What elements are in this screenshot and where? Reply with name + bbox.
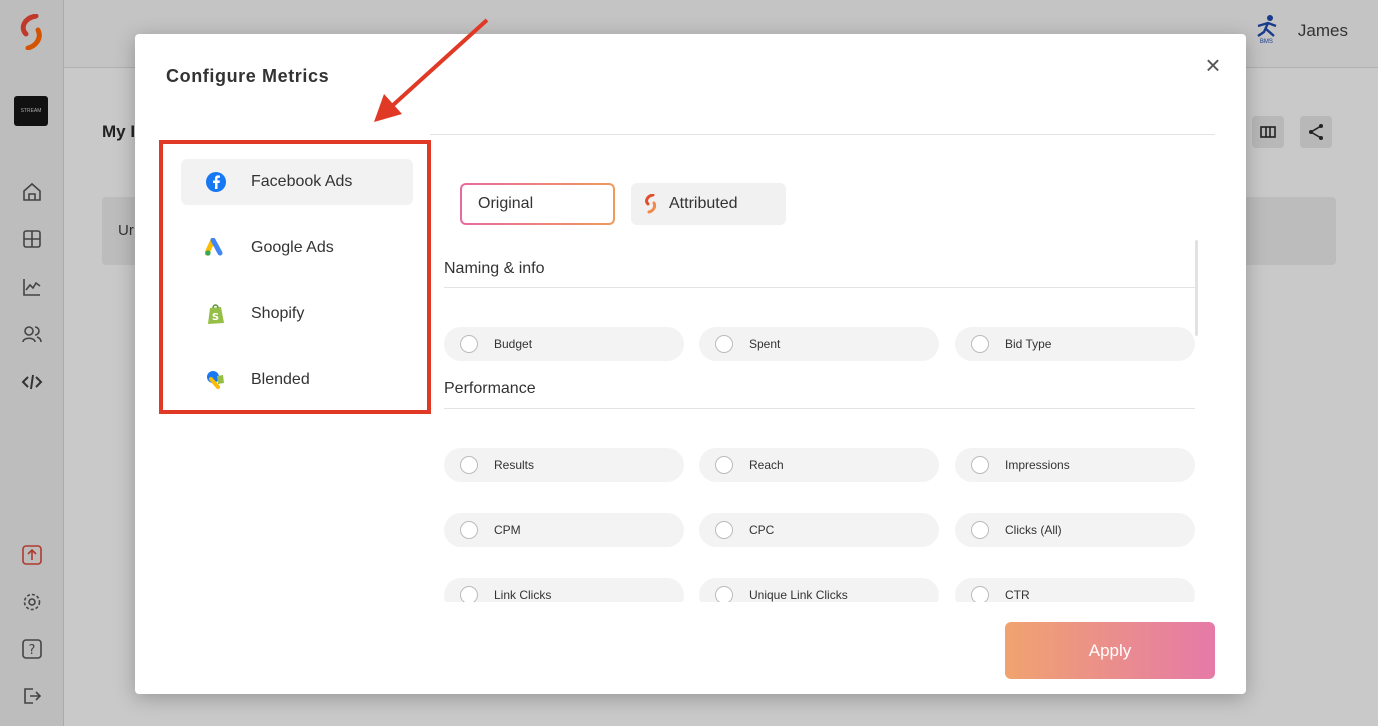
metric-label: Impressions <box>1005 458 1070 472</box>
metric-spent[interactable]: Spent <box>699 327 939 361</box>
annotation-highlight-box <box>159 140 431 414</box>
radio-button[interactable] <box>971 456 989 474</box>
user-name: James <box>1297 21 1348 40</box>
radio-button[interactable] <box>971 521 989 539</box>
background-card-text: Ur <box>118 222 134 239</box>
code-icon[interactable] <box>20 370 44 394</box>
user-menu[interactable]: BMS James <box>1252 14 1348 48</box>
page-title: My I <box>102 122 136 141</box>
app-logo-icon <box>20 14 42 50</box>
metric-unique-link-clicks[interactable]: Unique Link Clicks <box>699 578 939 602</box>
logout-icon[interactable] <box>20 684 44 708</box>
metric-label: Results <box>494 458 535 472</box>
section-divider <box>444 408 1195 409</box>
help-icon[interactable]: ? <box>20 637 44 661</box>
radio-button[interactable] <box>715 335 733 353</box>
radio-button[interactable] <box>715 456 733 474</box>
modal-title: Configure Metrics <box>166 66 330 86</box>
metrics-list[interactable]: Naming & info Budget Spent Bid Type Perf… <box>444 240 1204 602</box>
user-logo-text: BMS <box>1259 39 1273 45</box>
section-title-naming: Naming & info <box>444 260 545 277</box>
section-title-performance: Performance <box>444 380 536 397</box>
upload-icon[interactable] <box>20 543 44 567</box>
metric-label: CPM <box>494 523 521 537</box>
radio-button[interactable] <box>715 586 733 602</box>
metric-label: Bid Type <box>1005 337 1052 351</box>
metric-cpc[interactable]: CPC <box>699 513 939 547</box>
radio-button[interactable] <box>460 335 478 353</box>
metric-label: Clicks (All) <box>1005 523 1062 537</box>
metric-label: CPC <box>749 523 775 537</box>
toggle-original[interactable]: Original <box>460 183 615 225</box>
attributed-logo-icon <box>645 194 657 214</box>
radio-button[interactable] <box>460 586 478 602</box>
radio-button[interactable] <box>460 521 478 539</box>
metric-ctr[interactable]: CTR <box>955 578 1195 602</box>
attribution-toggle: Original Attributed <box>460 183 786 225</box>
section-divider <box>444 287 1195 288</box>
sidebar: STREAM ? <box>0 0 64 726</box>
metric-label: Link Clicks <box>494 588 552 602</box>
modal-divider <box>430 134 1215 135</box>
columns-icon[interactable] <box>1252 116 1284 148</box>
metric-cpm[interactable]: CPM <box>444 513 684 547</box>
dashboard-grid-icon[interactable] <box>20 227 44 251</box>
user-logo-icon: BMS <box>1252 14 1282 48</box>
metric-clicks-all[interactable]: Clicks (All) <box>955 513 1195 547</box>
home-icon[interactable] <box>20 180 44 204</box>
metric-label: CTR <box>1005 588 1030 602</box>
metric-label: Unique Link Clicks <box>749 588 848 602</box>
brand-thumbnail[interactable]: STREAM <box>14 96 48 126</box>
toggle-attributed-label: Attributed <box>669 195 738 212</box>
radio-button[interactable] <box>971 586 989 602</box>
metric-label: Spent <box>749 337 781 351</box>
metric-bid-type[interactable]: Bid Type <box>955 327 1195 361</box>
radio-button[interactable] <box>715 521 733 539</box>
metric-budget[interactable]: Budget <box>444 327 684 361</box>
metric-reach[interactable]: Reach <box>699 448 939 482</box>
metric-impressions[interactable]: Impressions <box>955 448 1195 482</box>
apply-button[interactable]: Apply <box>1005 622 1215 679</box>
radio-button[interactable] <box>460 456 478 474</box>
users-icon[interactable] <box>20 322 44 346</box>
toggle-attributed[interactable]: Attributed <box>631 183 786 225</box>
metric-results[interactable]: Results <box>444 448 684 482</box>
metrics-scrollbar[interactable] <box>1195 240 1198 336</box>
radio-button[interactable] <box>971 335 989 353</box>
svg-text:?: ? <box>29 643 36 658</box>
analytics-chart-icon[interactable] <box>20 275 44 299</box>
share-icon[interactable] <box>1300 116 1332 148</box>
settings-gear-icon[interactable] <box>20 590 44 614</box>
metric-link-clicks[interactable]: Link Clicks <box>444 578 684 602</box>
metric-label: Reach <box>749 458 784 472</box>
metric-label: Budget <box>494 337 533 351</box>
close-button[interactable]: × <box>1200 52 1226 78</box>
